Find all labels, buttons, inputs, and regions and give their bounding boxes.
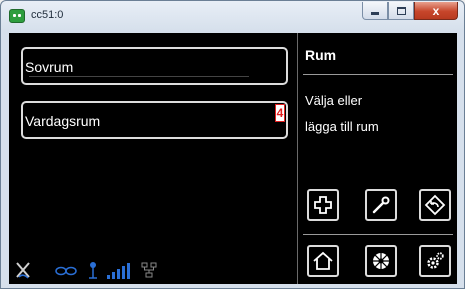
tools-icon [16, 262, 30, 279]
app-window: cc51:0 x Sovrum Vardagsrum 4 Rum Välja e… [0, 0, 465, 289]
panel-text-line2: lägga till rum [305, 119, 379, 134]
room-label: Vardagsrum [25, 113, 101, 129]
status-bar [15, 261, 175, 281]
app-client-area: Sovrum Vardagsrum 4 Rum Välja eller lägg… [9, 33, 457, 284]
window-controls: x [362, 2, 458, 22]
edit-room-button[interactable] [365, 189, 397, 221]
window-title: cc51:0 [31, 9, 64, 21]
settings-button[interactable] [419, 245, 451, 277]
room-label: Sovrum [25, 59, 74, 75]
antenna-icon [89, 262, 97, 279]
room-count-badge: 4 [275, 104, 285, 122]
maximize-button[interactable] [388, 2, 414, 20]
add-icon [314, 196, 332, 214]
room-button-sovrum[interactable]: Sovrum [21, 47, 288, 85]
wrench-icon [372, 196, 390, 214]
add-room-button[interactable] [307, 189, 339, 221]
home-button[interactable] [307, 245, 339, 277]
room-button-vardagsrum[interactable]: Vardagsrum 4 [21, 101, 288, 139]
back-icon [424, 194, 446, 216]
minimize-icon [371, 12, 379, 15]
maximize-icon [396, 6, 406, 15]
toolbar-rule [303, 234, 453, 235]
home-icon [313, 251, 333, 270]
panel-divider [297, 33, 298, 284]
app-icon [9, 9, 25, 23]
network-icon [141, 262, 157, 278]
panel-title: Rum [305, 47, 337, 63]
minimize-button[interactable] [362, 2, 388, 20]
back-button[interactable] [419, 189, 451, 221]
panel-rule [303, 74, 453, 75]
close-button[interactable]: x [414, 2, 458, 20]
title-bar[interactable]: cc51:0 x [1, 1, 464, 31]
panel-text-line1: Välja eller [305, 93, 363, 108]
close-icon: x [432, 3, 440, 18]
signal-icon [107, 263, 130, 279]
link-icon [55, 266, 77, 276]
room-underline [29, 76, 249, 77]
fan-button[interactable] [365, 245, 397, 277]
settings-icon [427, 252, 444, 269]
fan-icon [373, 253, 389, 269]
